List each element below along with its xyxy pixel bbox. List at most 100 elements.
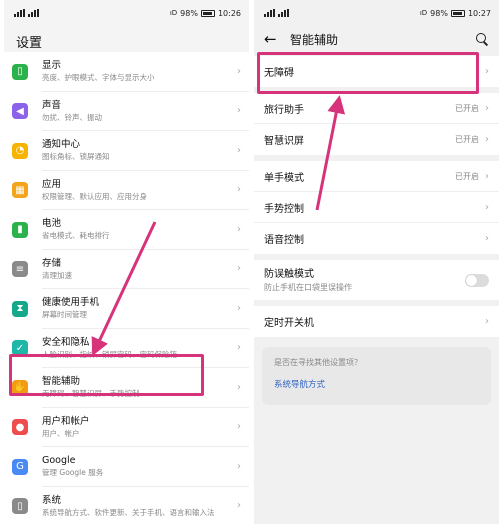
item-subtitle: 亮度、护眼模式、字体与显示大小 [42, 73, 155, 83]
item-title: 系统 [42, 494, 62, 506]
battery-icon [200, 9, 215, 17]
suggestion-link[interactable]: 系统导航方式 [274, 378, 479, 390]
item-subtitle: 屏幕时间管理 [42, 310, 87, 320]
chevron-right-icon: › [485, 134, 489, 145]
chevron-right-icon: › [237, 65, 241, 77]
clock: 10:27 [467, 8, 491, 18]
settings-screen: ıD 98% 10:26 设置 ▯ 显示 亮度、护眼模式、字体与显示大小 › ◀ 声音 勿扰… [4, 0, 249, 524]
item-subtitle: 清理加速 [42, 270, 72, 280]
row-label: 无障碍 [264, 68, 294, 79]
item-title: 显示 [42, 60, 62, 72]
anti-mistouch-row[interactable]: 防误触模式 防止手机在口袋里误操作 [254, 260, 499, 300]
row-status: 已开启 [455, 103, 479, 113]
signal-icon [28, 9, 39, 17]
app-bar: ← 智能辅助 [254, 26, 499, 52]
row-label: 定时开关机 [264, 318, 314, 329]
settings-row[interactable]: 定时开关机 › [254, 306, 499, 337]
settings-row[interactable]: 旅行助手 已开启 › [254, 93, 499, 124]
settings-item[interactable]: ≡ 存储 清理加速 › [4, 250, 249, 289]
item-title: Google [42, 455, 76, 467]
settings-row[interactable]: 无障碍 › [254, 56, 499, 87]
item-subtitle: 勿扰、铃声、振动 [42, 112, 102, 122]
row-label: 语音控制 [264, 235, 304, 246]
settings-row[interactable]: 语音控制 › [254, 223, 499, 254]
settings-item[interactable]: ▦ 应用 权限管理、默认应用、应用分身 › [4, 171, 249, 210]
settings-group: 旅行助手 已开启 › 智慧识屏 已开启 › [254, 93, 499, 155]
signal-icon [264, 9, 275, 17]
settings-item[interactable]: ◔ 通知中心 图标角标、锁屏通知 › [4, 131, 249, 171]
chevron-right-icon: › [237, 460, 241, 472]
item-subtitle: 无障碍、智慧识屏、手势控制 [42, 389, 140, 399]
apps-icon: ▦ [12, 182, 28, 199]
item-title: 用户和帐户 [42, 415, 90, 427]
shield-icon: ✓ [12, 340, 28, 357]
hourglass-icon: ⧗ [12, 300, 28, 317]
item-title: 应用 [42, 178, 62, 190]
page-title: 设置 [16, 36, 43, 51]
settings-item[interactable]: ✋ 智能辅助 无障碍、智慧识屏、手势控制 › [4, 368, 249, 408]
status-bar: ıD 98% 10:26 [4, 0, 249, 26]
settings-item[interactable]: ▯ 显示 亮度、护眼模式、字体与显示大小 › [4, 52, 249, 92]
settings-item[interactable]: ✓ 安全和隐私 人脸识别、指纹、锁屏密码、密码保险箱 › [4, 329, 249, 368]
item-subtitle: 权限管理、默认应用、应用分身 [42, 191, 147, 201]
settings-item[interactable]: ◀ 声音 勿扰、铃声、振动 › [4, 92, 249, 131]
clock: 10:26 [217, 8, 241, 18]
settings-item[interactable]: ▯ 系统 系统导航方式、软件更新、关于手机、语言和输入法 › [4, 487, 249, 524]
chevron-right-icon: › [485, 66, 489, 77]
chevron-right-icon: › [237, 263, 241, 275]
signal-icon [14, 9, 25, 17]
system-icon: ▯ [12, 498, 28, 515]
chevron-right-icon: › [485, 201, 489, 213]
chevron-right-icon: › [237, 223, 241, 235]
settings-row[interactable]: 手势控制 › [254, 192, 499, 223]
row-label: 智慧识屏 [264, 136, 304, 147]
row-label: 单手模式 [264, 172, 304, 184]
chevron-right-icon: › [237, 302, 241, 314]
chevron-right-icon: › [485, 170, 489, 182]
settings-item[interactable]: ▮ 电池 省电模式、耗电排行 › [4, 210, 249, 250]
chevron-right-icon: › [237, 381, 241, 393]
row-status: 已开启 [455, 135, 479, 144]
item-title: 声音 [42, 99, 62, 111]
item-subtitle: 图标角标、锁屏通知 [42, 152, 110, 162]
storage-icon: ≡ [12, 261, 28, 278]
settings-group: 定时开关机 › [254, 306, 499, 337]
settings-group: 单手模式 已开启 › 手势控制 › 语音控制 › [254, 161, 499, 254]
settings-item[interactable]: ⧗ 健康使用手机 屏幕时间管理 › [4, 289, 249, 329]
vibrate-icon: ıD [169, 9, 178, 17]
chevron-right-icon: › [485, 102, 489, 114]
item-title: 安全和隐私 [42, 336, 90, 348]
signal-icon [278, 9, 289, 17]
settings-row[interactable]: 智慧识屏 已开启 › [254, 124, 499, 155]
item-title: 智能辅助 [42, 376, 81, 388]
chevron-right-icon: › [237, 342, 241, 354]
chevron-right-icon: › [237, 421, 241, 433]
settings-item[interactable]: ● 用户和帐户 用户、帐户 › [4, 408, 249, 447]
notification-icon: ◔ [12, 142, 28, 159]
row-label: 防误触模式 [264, 268, 314, 280]
display-icon: ▯ [12, 63, 28, 80]
chevron-right-icon: › [485, 316, 489, 327]
sound-icon: ◀ [12, 103, 28, 120]
chevron-right-icon: › [237, 184, 241, 196]
google-icon: G [12, 458, 28, 475]
row-label: 手势控制 [264, 203, 304, 215]
anti-mistouch-toggle[interactable] [465, 273, 489, 287]
row-subtitle: 防止手机在口袋里误操作 [264, 282, 352, 292]
chevron-right-icon: › [237, 105, 241, 117]
chevron-right-icon: › [237, 144, 241, 156]
item-title: 通知中心 [42, 139, 81, 151]
settings-item[interactable]: G Google 管理 Google 服务 › [4, 447, 249, 487]
suggestion-card: 是否在寻找其他设置项？ 系统导航方式 [262, 347, 491, 405]
page-title: 智能辅助 [290, 32, 339, 47]
back-arrow-icon[interactable]: ← [264, 30, 284, 48]
item-title: 健康使用手机 [42, 297, 100, 309]
item-subtitle: 系统导航方式、软件更新、关于手机、语言和输入法 [42, 507, 215, 517]
user-icon: ● [12, 419, 28, 436]
item-title: 电池 [42, 218, 62, 230]
vibrate-icon: ıD [419, 9, 428, 17]
settings-row[interactable]: 单手模式 已开启 › [254, 161, 499, 192]
search-icon[interactable] [475, 32, 489, 46]
hand-icon: ✋ [12, 379, 28, 396]
item-subtitle: 人脸识别、指纹、锁屏密码、密码保险箱 [42, 349, 177, 359]
